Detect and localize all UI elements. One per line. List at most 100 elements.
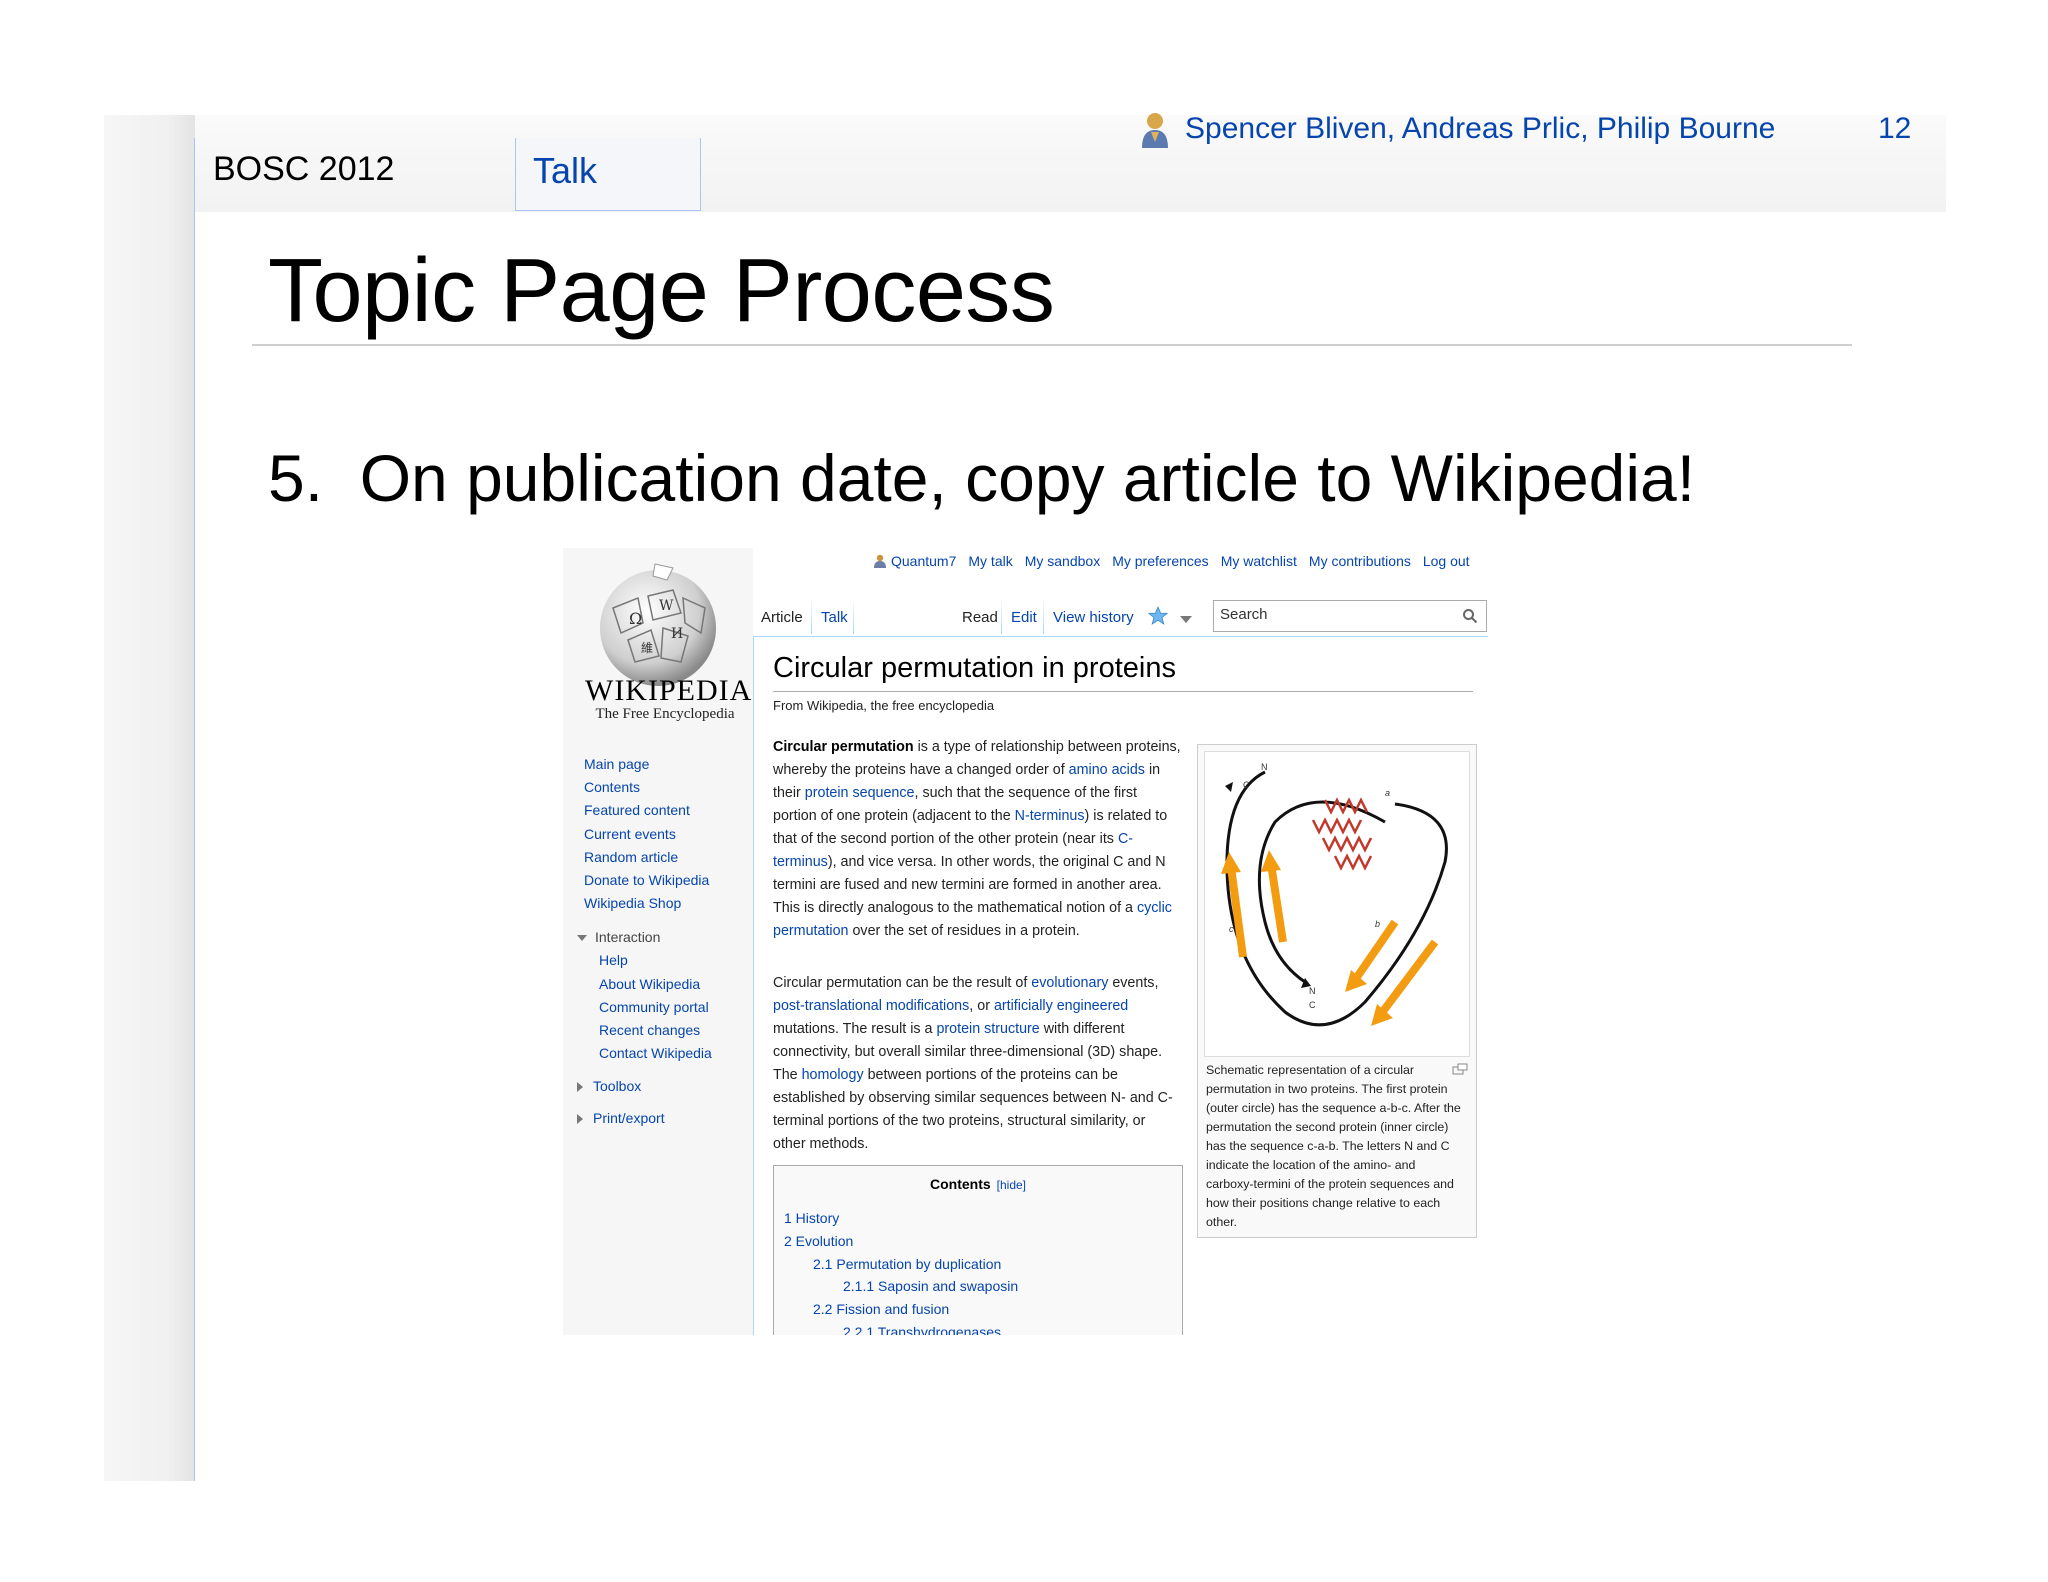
article-text: , or bbox=[969, 998, 994, 1014]
sidebar-print-export-heading[interactable]: Print/export bbox=[577, 1110, 665, 1126]
tabs-baseline bbox=[753, 636, 1488, 637]
interaction-label: Interaction bbox=[595, 929, 661, 945]
article-link[interactable]: protein sequence bbox=[805, 785, 915, 801]
conference-label: BOSC 2012 bbox=[213, 150, 395, 188]
sidebar-item-contents[interactable]: Contents bbox=[584, 779, 640, 795]
slide-left-band bbox=[104, 115, 195, 1481]
article-link[interactable]: artificially engineered bbox=[994, 998, 1128, 1014]
infobox: N C N C a b c Schematic representation o… bbox=[1197, 744, 1477, 1238]
article-link[interactable]: protein structure bbox=[936, 1021, 1039, 1037]
circular-permutation-diagram[interactable]: N C N C a b c bbox=[1204, 751, 1470, 1057]
tab-separator bbox=[1001, 598, 1002, 634]
wikipedia-screenshot: Ω W И 維 WIKIPEDIA The Free Encyclopedia … bbox=[563, 548, 1488, 1335]
toc-item-transhydrogenases[interactable]: 2.2.1 Transhydrogenases bbox=[843, 1324, 1001, 1335]
sidebar-item-featured-content[interactable]: Featured content bbox=[584, 802, 690, 818]
user-link-log-out[interactable]: Log out bbox=[1423, 553, 1470, 569]
label-c: c bbox=[1229, 924, 1234, 934]
article-link[interactable]: N-terminus bbox=[1015, 808, 1085, 824]
collapse-icon bbox=[577, 935, 587, 942]
content-border bbox=[753, 636, 754, 1335]
label-n-outer: N bbox=[1261, 762, 1268, 772]
print-export-label: Print/export bbox=[593, 1110, 665, 1126]
search-placeholder: Search bbox=[1220, 606, 1268, 623]
label-c-inner: C bbox=[1309, 1000, 1316, 1010]
sidebar-item-contact-wikipedia[interactable]: Contact Wikipedia bbox=[599, 1045, 712, 1061]
article-text: ), and vice versa. In other words, the o… bbox=[773, 854, 1166, 916]
toc-item-permutation-by-duplication[interactable]: 2.1 Permutation by duplication bbox=[813, 1256, 1001, 1272]
slide-left-rule bbox=[194, 138, 195, 1481]
label-c-outer: C bbox=[1243, 780, 1250, 790]
bullet-point: 5. On publication date, copy article to … bbox=[268, 441, 1696, 515]
user-link-my-sandbox[interactable]: My sandbox bbox=[1025, 553, 1100, 569]
table-of-contents: Contents [hide] 1 History 2 Evolution 2.1… bbox=[773, 1165, 1183, 1335]
article-bold-term: Circular permutation bbox=[773, 739, 914, 755]
sidebar-item-random-article[interactable]: Random article bbox=[584, 849, 678, 865]
slide-number: 12 bbox=[1878, 112, 1912, 145]
tab-separator bbox=[811, 598, 812, 634]
article-title: Circular permutation in proteins bbox=[773, 652, 1176, 684]
article-link[interactable]: amino acids bbox=[1069, 762, 1145, 778]
person-icon bbox=[1142, 113, 1168, 148]
tab-article[interactable]: Article bbox=[755, 600, 809, 636]
article-text: over the set of residues in a protein. bbox=[848, 923, 1080, 939]
article-link[interactable]: evolutionary bbox=[1031, 975, 1108, 991]
search-icon[interactable] bbox=[1462, 608, 1478, 624]
toolbox-label: Toolbox bbox=[593, 1078, 642, 1094]
user-icon bbox=[874, 554, 886, 568]
label-n-inner: N bbox=[1309, 986, 1316, 996]
sidebar-toolbox-heading[interactable]: Toolbox bbox=[577, 1078, 641, 1094]
sidebar-item-wikipedia-shop[interactable]: Wikipedia Shop bbox=[584, 895, 681, 911]
search-input[interactable]: Search bbox=[1213, 600, 1487, 632]
expand-icon bbox=[577, 1114, 583, 1125]
infobox-caption: Schematic representation of a circular p… bbox=[1206, 1063, 1461, 1229]
user-link-my-preferences[interactable]: My preferences bbox=[1112, 553, 1208, 569]
wikipedia-globe-logo[interactable]: Ω W И 維 bbox=[593, 558, 723, 688]
article-text: Circular permutation can be the result o… bbox=[773, 975, 1032, 991]
tab-read[interactable]: Read bbox=[956, 600, 1004, 636]
article-paragraph-1: Circular permutation is a type of relati… bbox=[773, 736, 1181, 943]
personal-tools: Quantum7 My talk My sandbox My preferences M… bbox=[874, 553, 1470, 569]
user-link-my-watchlist[interactable]: My watchlist bbox=[1221, 553, 1297, 569]
toc-title: Contents [hide] bbox=[774, 1176, 1182, 1192]
tab-separator bbox=[853, 598, 854, 634]
article-link[interactable]: homology bbox=[802, 1067, 864, 1083]
article-text: events, bbox=[1108, 975, 1159, 991]
sidebar-item-community-portal[interactable]: Community portal bbox=[599, 999, 709, 1015]
title-divider bbox=[252, 344, 1852, 346]
toc-hide-link[interactable]: [hide] bbox=[997, 1178, 1026, 1192]
tab-talk[interactable]: Talk bbox=[815, 600, 854, 636]
sidebar-interaction-heading[interactable]: Interaction bbox=[577, 929, 660, 945]
svg-text:И: И bbox=[671, 626, 683, 642]
authors-label: Spencer Bliven, Andreas Prlic, Philip Bo… bbox=[1185, 112, 1776, 145]
wikipedia-wordmark: WIKIPEDIA bbox=[585, 674, 753, 707]
talk-tab-label[interactable]: Talk bbox=[533, 150, 597, 192]
svg-text:Ω: Ω bbox=[629, 609, 642, 628]
wikipedia-tagline: The Free Encyclopedia bbox=[595, 706, 735, 722]
svg-text:W: W bbox=[659, 598, 674, 614]
slide-title: Topic Page Process bbox=[268, 241, 1055, 341]
toc-item-history[interactable]: 1 History bbox=[784, 1210, 839, 1226]
label-a: a bbox=[1385, 788, 1390, 798]
sidebar-item-about-wikipedia[interactable]: About Wikipedia bbox=[599, 976, 700, 992]
expand-icon bbox=[577, 1082, 583, 1093]
tab-edit[interactable]: Edit bbox=[1005, 600, 1043, 636]
sidebar-item-main-page[interactable]: Main page bbox=[584, 756, 649, 772]
toc-item-saposin[interactable]: 2.1.1 Saposin and swaposin bbox=[843, 1278, 1018, 1294]
more-actions-icon[interactable] bbox=[1180, 616, 1192, 623]
toc-item-fission-and-fusion[interactable]: 2.2 Fission and fusion bbox=[813, 1301, 949, 1317]
toc-item-evolution[interactable]: 2 Evolution bbox=[784, 1233, 853, 1249]
sidebar-item-recent-changes[interactable]: Recent changes bbox=[599, 1022, 700, 1038]
user-link-quantum7[interactable]: Quantum7 bbox=[891, 553, 956, 569]
tab-view-history[interactable]: View history bbox=[1047, 600, 1140, 636]
tab-separator bbox=[1043, 598, 1044, 634]
article-text: mutations. The result is a bbox=[773, 1021, 937, 1037]
sidebar-item-current-events[interactable]: Current events bbox=[584, 826, 676, 842]
toc-title-text: Contents bbox=[929, 1176, 991, 1192]
user-link-my-contributions[interactable]: My contributions bbox=[1309, 553, 1411, 569]
from-wikipedia-line: From Wikipedia, the free encyclopedia bbox=[773, 698, 995, 713]
sidebar-item-help[interactable]: Help bbox=[599, 952, 628, 968]
watch-star-icon[interactable] bbox=[1148, 606, 1168, 626]
article-link[interactable]: post-translational modifications bbox=[773, 998, 969, 1014]
user-link-my-talk[interactable]: My talk bbox=[968, 553, 1012, 569]
sidebar-item-donate[interactable]: Donate to Wikipedia bbox=[584, 872, 709, 888]
